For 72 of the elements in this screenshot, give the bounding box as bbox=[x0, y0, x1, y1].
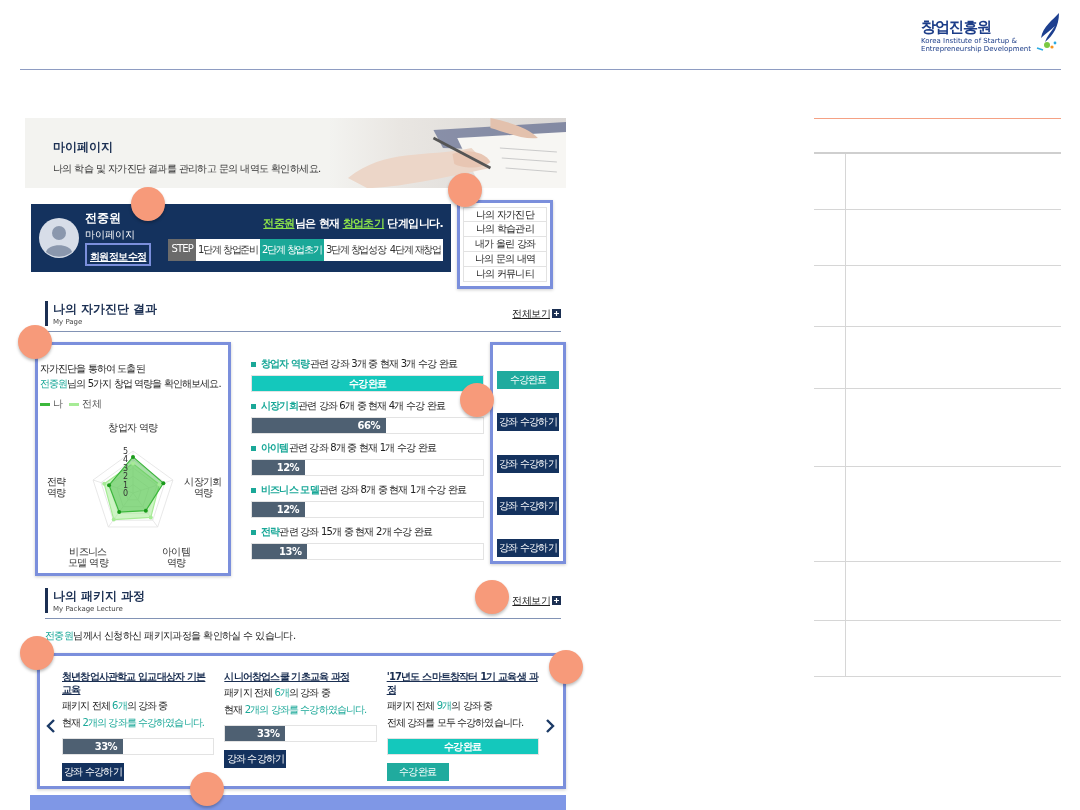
page-subtitle: 나의 학습 및 자가진단 결과를 관리하고 문의 내역도 확인하세요. bbox=[53, 162, 321, 176]
wing-icon bbox=[1035, 12, 1061, 52]
axis-label: 아이템 역량 bbox=[161, 546, 191, 568]
progress-reading: 13% bbox=[279, 546, 302, 557]
intro-text: 전중원님의 5가지 창업 역량을 확인해보세요. bbox=[40, 377, 222, 391]
section-title: 나의 자가진단 결과 bbox=[53, 301, 158, 318]
progress-reading: 33% bbox=[257, 728, 280, 739]
axis-label: 비즈니스 모델 역량 bbox=[67, 546, 109, 568]
package-title-link[interactable]: 시니어창업스쿨 기초교육 과정 bbox=[224, 670, 377, 683]
annotation-marker bbox=[460, 383, 494, 417]
annotation-marker bbox=[549, 650, 583, 684]
progress-reading: 12% bbox=[276, 462, 300, 473]
menu-item[interactable]: 나의 문의 내역 bbox=[463, 252, 547, 267]
tick-label: 0 bbox=[122, 489, 128, 498]
course-button[interactable]: 강좌 수강하기 bbox=[497, 539, 559, 557]
course-button[interactable]: 강좌 수강하기 bbox=[497, 497, 559, 515]
next-icon[interactable] bbox=[545, 717, 555, 734]
page-title: 마이페이지 bbox=[53, 139, 114, 156]
package-intro: 전중원님께서 신청하신 패키지과정을 확인하실 수 있습니다. bbox=[45, 629, 297, 643]
stage-status: 전중원님은 현재 창업초기 단계입니다. bbox=[263, 215, 443, 231]
course-button[interactable]: 강좌 수강하기 bbox=[497, 413, 559, 431]
annotation-marker bbox=[475, 580, 509, 614]
plus-icon bbox=[552, 596, 561, 605]
avatar-icon bbox=[39, 218, 79, 258]
package-detail: 패키지 전체 9개의 강좌 중 bbox=[386, 699, 494, 713]
user-caption: 마이페이지 bbox=[85, 228, 135, 242]
progress-reading: 수강완료 bbox=[443, 739, 482, 754]
package-title-link[interactable]: '17년도 스마트창작터 1기 교육생 과정 bbox=[386, 670, 539, 696]
course-button[interactable]: 강좌 수강하기 bbox=[497, 455, 559, 473]
course-button[interactable]: 강좌 수강하기 bbox=[62, 763, 124, 781]
step-label: STEP bbox=[168, 238, 196, 261]
tick-label: 5 bbox=[122, 447, 128, 456]
view-all-link[interactable]: 전체보기 bbox=[512, 306, 561, 321]
axis-label: 창업자 역량 bbox=[108, 422, 158, 433]
package-detail: 현재 2개의 강좌를 수강하였습니다. bbox=[224, 703, 368, 717]
legend-label: 나 bbox=[53, 397, 63, 411]
axis-label: 시장기회 역량 bbox=[184, 476, 222, 498]
package-detail: 패키지 전체 6개의 강좌 중 bbox=[62, 699, 169, 713]
package-detail: 전체 강좌를 모두 수강하였습니다. bbox=[386, 716, 525, 730]
plus-icon bbox=[552, 309, 561, 318]
previous-icon[interactable] bbox=[46, 717, 56, 734]
package-detail: 현재 2개의 강좌를 수강하였습니다. bbox=[62, 716, 205, 730]
user-name: 전중원 bbox=[85, 210, 121, 227]
course-label: 비즈니스 모델관련 강좌 8개 중 현재 1개 수강 완료 bbox=[251, 483, 484, 497]
tick-label: 2 bbox=[122, 472, 128, 482]
course-label: 아이템관련 강좌 8개 중 현재 1개 수강 완료 bbox=[251, 441, 484, 455]
progress-reading: 33% bbox=[94, 741, 118, 752]
annotation-marker bbox=[18, 325, 52, 359]
intro-text: 자가진단을 통하여 도출된 bbox=[40, 362, 146, 376]
course-label: 창업자 역량관련 강좌 3개 중 현재 3개 수강 완료 bbox=[251, 357, 484, 371]
package-detail: 패키지 전체 6개의 강좌 중 bbox=[224, 686, 331, 700]
section-title: 나의 패키지 과정 bbox=[53, 588, 146, 605]
tick-label: 1 bbox=[122, 480, 128, 490]
course-label: 전략관련 강좌 15개 중 현재 2개 수강 완료 bbox=[251, 525, 484, 539]
annotation-marker bbox=[131, 187, 165, 221]
course-button[interactable]: 강좌 수강하기 bbox=[224, 750, 287, 768]
progress-reading: 12% bbox=[276, 504, 300, 515]
tick-label: 4 bbox=[122, 455, 128, 465]
menu-item[interactable]: 나의 자가진단 bbox=[463, 207, 547, 222]
tick-label: 3 bbox=[122, 463, 128, 473]
axis-label: 전략 역량 bbox=[46, 476, 66, 498]
menu-item[interactable]: 나의 커뮤니티 bbox=[463, 267, 547, 282]
edit-profile-link[interactable]: 회원정보수정 bbox=[90, 250, 147, 264]
legend-label: 전체 bbox=[82, 397, 102, 411]
progress-reading: 66% bbox=[357, 420, 380, 431]
view-all-link[interactable]: 전체보기 bbox=[512, 593, 561, 608]
menu-item[interactable]: 내가 올린 강좌 bbox=[463, 237, 547, 252]
logo-name: 창업진흥원 bbox=[921, 18, 992, 37]
menu-item[interactable]: 나의 학습관리 bbox=[463, 222, 547, 237]
package-title-link[interactable]: 청년창업사관학교 입교대상자 기본교육 bbox=[62, 670, 215, 696]
progress-reading: 수강완료 bbox=[348, 376, 387, 391]
annotation-marker bbox=[190, 772, 224, 806]
